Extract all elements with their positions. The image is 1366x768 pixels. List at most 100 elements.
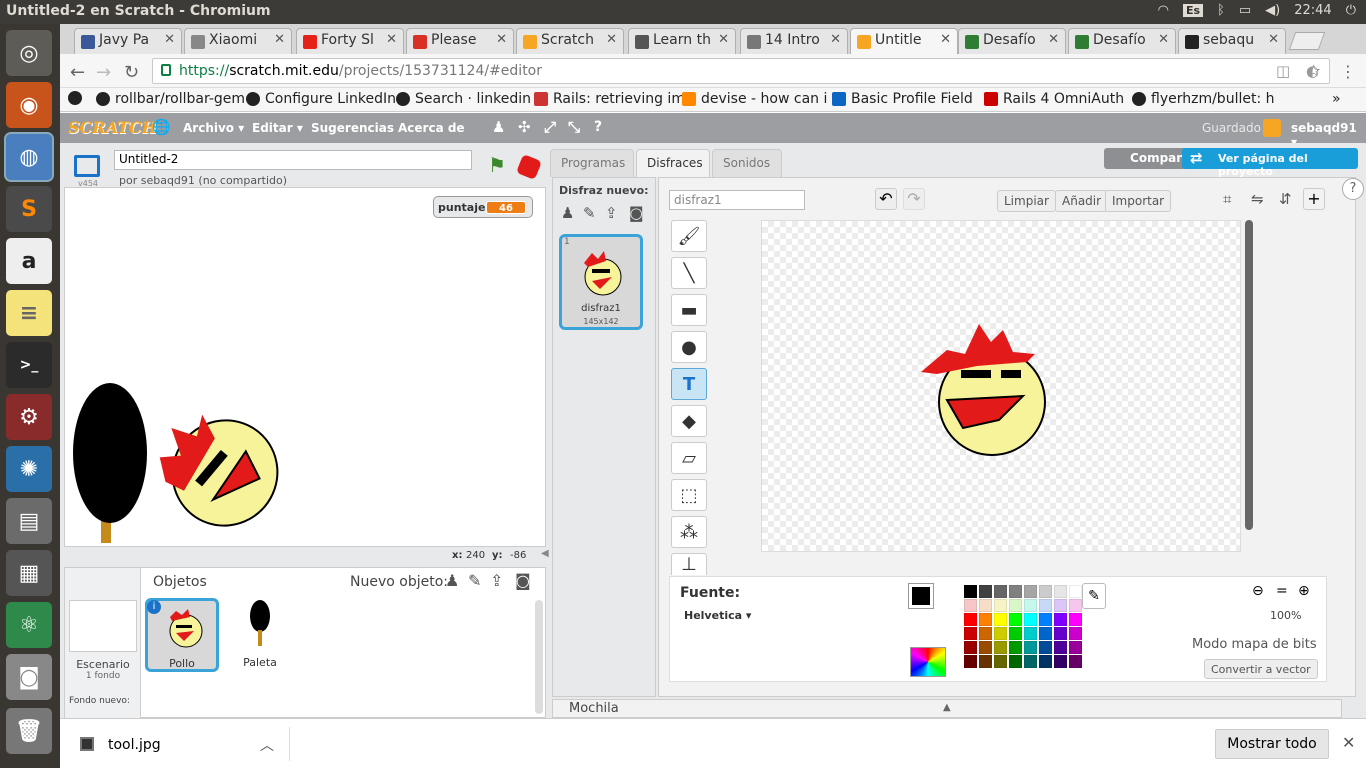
color-swatch[interactable] <box>979 613 992 626</box>
text-tool-icon[interactable]: T <box>671 368 707 400</box>
color-swatch[interactable] <box>1069 627 1082 640</box>
color-swatch[interactable] <box>979 655 992 668</box>
color-swatch[interactable] <box>964 599 977 612</box>
tab-close-icon[interactable]: ✕ <box>606 32 617 47</box>
sprite-library-icon[interactable]: ♟ <box>445 571 459 590</box>
color-swatch[interactable] <box>1054 585 1067 598</box>
browser-tab[interactable]: Desafío ✕ <box>1068 28 1176 54</box>
stage-thumbnail[interactable] <box>69 600 137 652</box>
costume-tile[interactable]: 1 disfraz1 145x142 <box>559 234 643 330</box>
color-swatch[interactable] <box>1024 655 1037 668</box>
color-swatch[interactable] <box>1069 655 1082 668</box>
browser-tab[interactable]: Please ✕ <box>406 28 514 54</box>
flip-vertical-icon[interactable]: ⇵ <box>1279 190 1292 208</box>
import-button[interactable]: Importar <box>1105 190 1172 212</box>
sprite-pane-scrollbar[interactable] <box>535 600 543 714</box>
menu-about[interactable]: Acerca de <box>398 121 465 135</box>
tab-costumes[interactable]: Disfraces <box>636 149 710 177</box>
color-swatch[interactable] <box>1024 627 1037 640</box>
color-swatch[interactable] <box>1054 655 1067 668</box>
color-swatch[interactable] <box>1009 641 1022 654</box>
tab-close-icon[interactable]: ✕ <box>940 32 951 47</box>
menu-file[interactable]: Archivo ▾ <box>183 121 244 135</box>
chromium-icon[interactable]: ◍ <box>4 132 54 182</box>
costume-library-icon[interactable]: ♟ <box>561 204 574 222</box>
color-swatch[interactable] <box>1054 641 1067 654</box>
color-swatch[interactable] <box>1039 585 1052 598</box>
bookmark-item[interactable]: flyerhzm/bullet: h <box>1132 91 1274 107</box>
browser-tab[interactable]: Forty Sl ✕ <box>296 28 404 54</box>
notes-icon[interactable]: ≡ <box>6 290 52 336</box>
color-swatch[interactable] <box>1024 613 1037 626</box>
eraser-tool-icon[interactable]: ▱ <box>671 442 707 474</box>
browser-tab[interactable]: Xiaomi ✕ <box>184 28 292 54</box>
bookmark-item[interactable]: Basic Profile Field <box>832 91 973 107</box>
shrink-icon[interactable]: ⤡ <box>568 118 580 136</box>
upload-sprite-icon[interactable]: ⇪ <box>490 571 503 590</box>
color-swatch[interactable] <box>964 585 977 598</box>
firefox-icon[interactable]: ◉ <box>6 82 52 128</box>
menu-tips[interactable]: Sugerencias <box>311 121 394 135</box>
bookmark-item[interactable]: Configure LinkedIn <box>246 91 396 107</box>
browser-tab[interactable]: Untitle ✕ <box>850 28 958 54</box>
zoom-reset-icon[interactable]: = <box>1276 583 1288 599</box>
ellipse-tool-icon[interactable]: ● <box>671 331 707 363</box>
color-swatch[interactable] <box>1009 655 1022 668</box>
forward-icon[interactable]: → <box>96 62 111 83</box>
color-swatch[interactable] <box>964 655 977 668</box>
camera-costume-icon[interactable]: ◙ <box>629 204 644 222</box>
color-swatch[interactable] <box>1009 613 1022 626</box>
color-swatch[interactable] <box>1024 599 1037 612</box>
tab-close-icon[interactable]: ✕ <box>718 32 729 47</box>
color-swatch[interactable] <box>1009 599 1022 612</box>
color-swatch[interactable] <box>1054 613 1067 626</box>
bookmarks-more[interactable]: » <box>1332 91 1341 107</box>
color-swatch[interactable] <box>1039 627 1052 640</box>
user-avatar[interactable] <box>1263 119 1281 137</box>
workspace-icon[interactable]: ▦ <box>6 550 52 596</box>
color-swatch[interactable] <box>1039 613 1052 626</box>
reload-icon[interactable]: ↻ <box>124 62 139 83</box>
browser-tab[interactable]: 14 Intro ✕ <box>740 28 848 54</box>
color-swatch[interactable] <box>1054 599 1067 612</box>
collapse-arrow-icon[interactable]: ◀ <box>541 548 549 559</box>
add-button[interactable]: Añadir <box>1055 190 1109 212</box>
bookmark-item[interactable]: devise - how can i <box>682 91 827 107</box>
kde-icon[interactable]: ✺ <box>6 446 52 492</box>
close-icon[interactable]: ✕ <box>1342 733 1355 752</box>
select-tool-icon[interactable]: ⬚ <box>671 479 707 511</box>
back-icon[interactable]: ← <box>70 62 85 83</box>
project-title-input[interactable]: Untitled-2 <box>114 150 472 170</box>
variable-monitor[interactable]: puntaje 46 <box>433 196 533 218</box>
zoom-in-icon[interactable]: ⊕ <box>1298 583 1310 599</box>
settings-icon[interactable]: ⚙ <box>6 394 52 440</box>
color-swatch[interactable] <box>964 613 977 626</box>
sprite-tile-pollo[interactable]: i Pollo <box>145 598 219 672</box>
tab-close-icon[interactable]: ✕ <box>386 32 397 47</box>
expand-icon[interactable]: ▲ <box>943 702 951 713</box>
redo-icon[interactable]: ↷ <box>903 188 925 210</box>
browser-tab[interactable]: Javy Pa ✕ <box>74 28 182 54</box>
green-flag-icon[interactable]: ⚑ <box>488 153 506 177</box>
color-swatch[interactable] <box>1039 655 1052 668</box>
color-swatch[interactable] <box>1069 641 1082 654</box>
color-swatch[interactable] <box>1069 613 1082 626</box>
help-icon[interactable]: ? <box>594 119 602 135</box>
browser-tab[interactable]: sebaqu ✕ <box>1178 28 1286 54</box>
chevron-up-icon[interactable]: ︿ <box>260 735 274 755</box>
bookmark-item[interactable]: rollbar/rollbar-gem <box>96 91 245 107</box>
project-page-button[interactable]: ⇄ Ver página del proyecto <box>1182 148 1358 178</box>
extension-icon[interactable]: ◐ <box>1306 62 1319 80</box>
color-swatch[interactable] <box>1009 627 1022 640</box>
rectangle-tool-icon[interactable]: ▬ <box>671 294 707 326</box>
canvas-vertical-scrollbar[interactable] <box>1245 220 1253 530</box>
color-swatch[interactable] <box>1069 585 1082 598</box>
sublime-icon[interactable]: S <box>6 186 52 232</box>
color-swatch[interactable] <box>1024 585 1037 598</box>
sprite-tile-paleta[interactable]: Paleta <box>223 598 297 672</box>
color-swatch[interactable] <box>1039 599 1052 612</box>
help-circle-icon[interactable]: ? <box>1342 178 1364 200</box>
color-swatch[interactable] <box>994 585 1007 598</box>
tab-close-icon[interactable]: ✕ <box>274 32 285 47</box>
download-file-name[interactable]: tool.jpg <box>108 737 161 753</box>
